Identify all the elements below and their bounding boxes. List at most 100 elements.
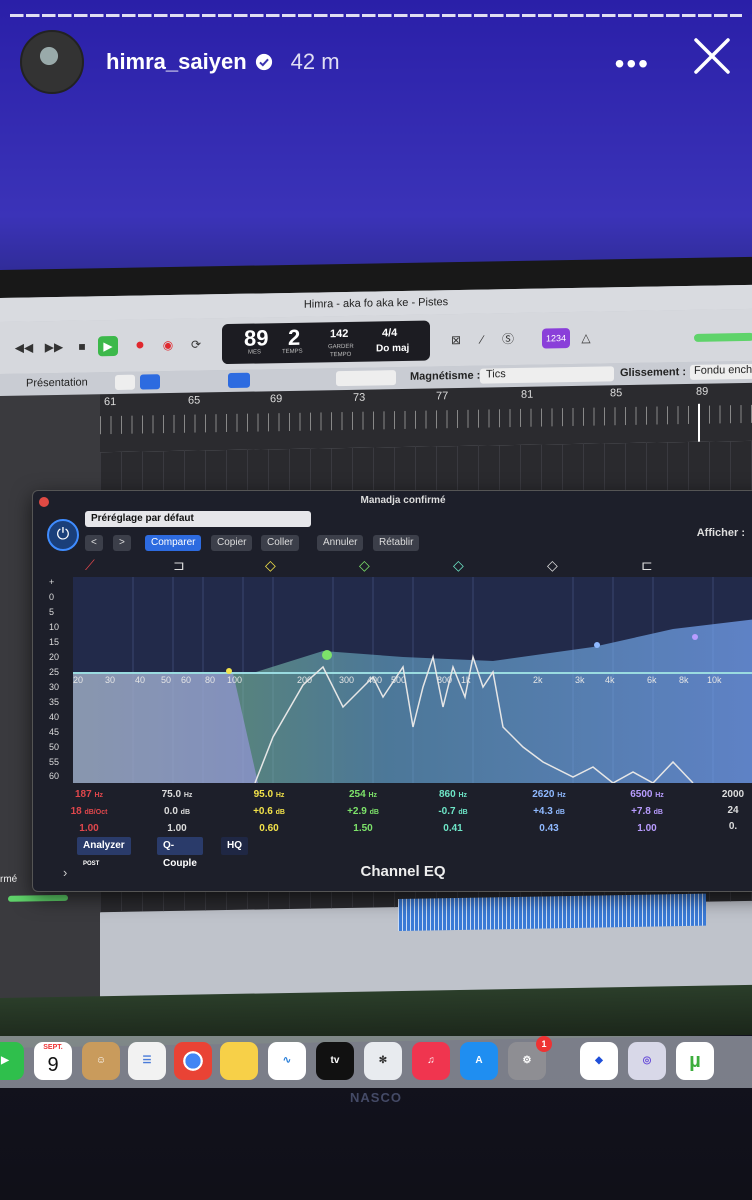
record-button[interactable]: ●	[130, 335, 150, 355]
reminders-icon[interactable]: ☰	[128, 1042, 166, 1080]
magnetism-label: Magnétisme :	[410, 369, 481, 383]
tv-label: tv	[330, 1055, 340, 1066]
band-freq: 95.0	[253, 789, 274, 800]
analyzer-button[interactable]: Analyzer POST	[77, 837, 131, 867]
freq-axis-label: 1k	[461, 675, 471, 685]
presentation-menu[interactable]: Présentation	[26, 376, 88, 389]
rewind-icon[interactable]: ◀◀	[14, 337, 34, 357]
close-icon[interactable]	[692, 36, 732, 76]
undo-button[interactable]: Annuler	[317, 535, 364, 551]
mute-icon[interactable]: ⊠	[446, 330, 466, 350]
copy-button[interactable]: Copier	[211, 535, 253, 551]
prev-preset-button[interactable]: <	[85, 535, 103, 551]
channel-eq-window: Manadja confirmé ⏻ Préréglage par défaut…	[32, 490, 752, 892]
snowflake-app-icon[interactable]: ✻	[364, 1042, 402, 1080]
list-view-icon[interactable]	[140, 374, 160, 390]
username[interactable]: himra_saiyen	[106, 49, 247, 75]
chrome-icon[interactable]	[174, 1042, 212, 1080]
redo-button[interactable]: Rétablir	[373, 535, 420, 551]
compare-button[interactable]: Comparer	[145, 535, 202, 551]
eq-graph[interactable]: 20 30 40 50 60 80 100 200 300 400 500 800 1k 2k 3k 4k 6k…	[73, 577, 752, 783]
app-store-icon[interactable]: A	[460, 1042, 498, 1080]
catch-icon[interactable]	[228, 372, 250, 389]
band-7-values[interactable]: 6500 Hz +7.8 dB 1.00	[607, 787, 687, 837]
solo-icon[interactable]: Ⓢ	[498, 329, 518, 349]
next-preset-button[interactable]: >	[113, 535, 131, 551]
freq-axis-label: 300	[339, 675, 354, 685]
avatar[interactable]	[20, 30, 84, 94]
podcast-app-icon[interactable]: ◎	[628, 1042, 666, 1080]
master-volume-slider[interactable]	[694, 332, 752, 342]
track-volume-slider[interactable]	[8, 894, 68, 902]
band-gain: -0.7	[438, 806, 456, 817]
notification-badge: 1	[536, 1036, 552, 1052]
band-1-values[interactable]: 187 Hz 18 dB/Oct 1.00	[49, 787, 129, 837]
freeform-icon[interactable]: ∿	[268, 1042, 306, 1080]
bell-band-4-icon[interactable]: ◇	[547, 557, 558, 574]
lowcut-band-icon[interactable]: ⟋	[85, 557, 95, 574]
post-time: 42 m	[290, 49, 340, 74]
grid-view-icon[interactable]	[115, 374, 135, 390]
band-freq: 254	[348, 789, 366, 800]
band-freq-unit: Hz	[458, 792, 468, 799]
band-2-values[interactable]: 75.0 Hz 0.0 dB 1.00	[137, 787, 217, 837]
facetime-icon[interactable]: ▶	[0, 1042, 24, 1080]
preset-select[interactable]: Préréglage par défaut	[85, 511, 311, 527]
wondershare-icon[interactable]: ◆	[580, 1042, 618, 1080]
audio-region[interactable]	[398, 893, 706, 932]
story-progress-bar	[10, 14, 742, 17]
power-icon[interactable]: ⏻	[47, 519, 79, 551]
bell-band-2-icon[interactable]: ◇	[359, 557, 370, 574]
band-freq: 187	[74, 789, 92, 800]
band-4-values[interactable]: 254 Hz +2.9 dB 1.50	[323, 787, 403, 837]
band-freq-unit: Hz	[94, 792, 104, 799]
band-5-values[interactable]: 860 Hz -0.7 dB 0.41	[413, 787, 493, 837]
tool-picker[interactable]	[336, 370, 396, 387]
band-freq: 6500	[630, 789, 653, 800]
lowshelf-band-icon[interactable]: ⊐	[173, 557, 185, 574]
notes-icon[interactable]	[220, 1042, 258, 1080]
freq-axis-label: 30	[105, 675, 115, 685]
forward-icon[interactable]: ▶▶	[44, 337, 64, 357]
freq-axis-label: 800	[437, 675, 452, 685]
lcd-display[interactable]: 89 2 MES TEMPS 142 GARDER TEMPO 4/4 Do m…	[222, 320, 430, 365]
ruler-bar: 61	[104, 395, 117, 409]
glissement-select[interactable]: Fondu ench	[690, 363, 752, 380]
freq-axis-label: 8k	[679, 675, 689, 685]
highshelf-band-icon[interactable]: ⊏	[641, 557, 653, 574]
utorrent-icon[interactable]: µ	[676, 1042, 714, 1080]
more-options-icon[interactable]: •••	[615, 48, 650, 80]
hq-button[interactable]: HQ	[221, 837, 248, 855]
capture-record-icon[interactable]: ◉	[158, 335, 178, 355]
stop-icon[interactable]: ■	[72, 336, 92, 356]
contacts-icon[interactable]: ☺	[82, 1042, 120, 1080]
count-in-button[interactable]: 1234	[542, 328, 570, 349]
bell-band-1-icon[interactable]: ◇	[265, 557, 276, 574]
system-settings-icon[interactable]: ⚙ 1	[508, 1036, 552, 1080]
bell-band-3-icon[interactable]: ◇	[453, 557, 464, 574]
paste-button[interactable]: Coller	[261, 535, 300, 551]
ruler-bar: 81	[521, 388, 534, 401]
band-freq: 75.0	[161, 789, 182, 800]
db-label: 35	[49, 697, 60, 707]
ruler-bar: 73	[353, 391, 366, 404]
cycle-icon[interactable]: ⟳	[186, 334, 206, 354]
verified-badge-icon	[255, 53, 272, 71]
metronome-icon[interactable]: △	[576, 328, 596, 348]
db-label: 20	[49, 652, 60, 662]
tuner-icon[interactable]: ⁄	[472, 329, 492, 349]
playhead[interactable]	[698, 403, 700, 442]
calendar-icon[interactable]: SEPT. 9	[34, 1042, 72, 1080]
db-label: 50	[49, 742, 60, 752]
plugin-track-title: Manadja confirmé	[360, 495, 446, 506]
lcd-key: Do maj	[376, 342, 410, 355]
apple-tv-icon[interactable]: tv	[316, 1042, 354, 1080]
band-8-values[interactable]: 2000 24 0.	[703, 787, 752, 835]
music-icon[interactable]: ♫	[412, 1042, 450, 1080]
band-6-values[interactable]: 2620 Hz +4.3 dB 0.43	[509, 787, 589, 837]
magnetism-select[interactable]: Tics	[480, 366, 614, 384]
db-label: 55	[49, 757, 60, 767]
q-couple-button[interactable]: Q-Couple	[157, 837, 203, 869]
band-3-values[interactable]: 95.0 Hz +0.6 dB 0.60	[229, 787, 309, 837]
play-button[interactable]: ▶	[98, 335, 118, 357]
